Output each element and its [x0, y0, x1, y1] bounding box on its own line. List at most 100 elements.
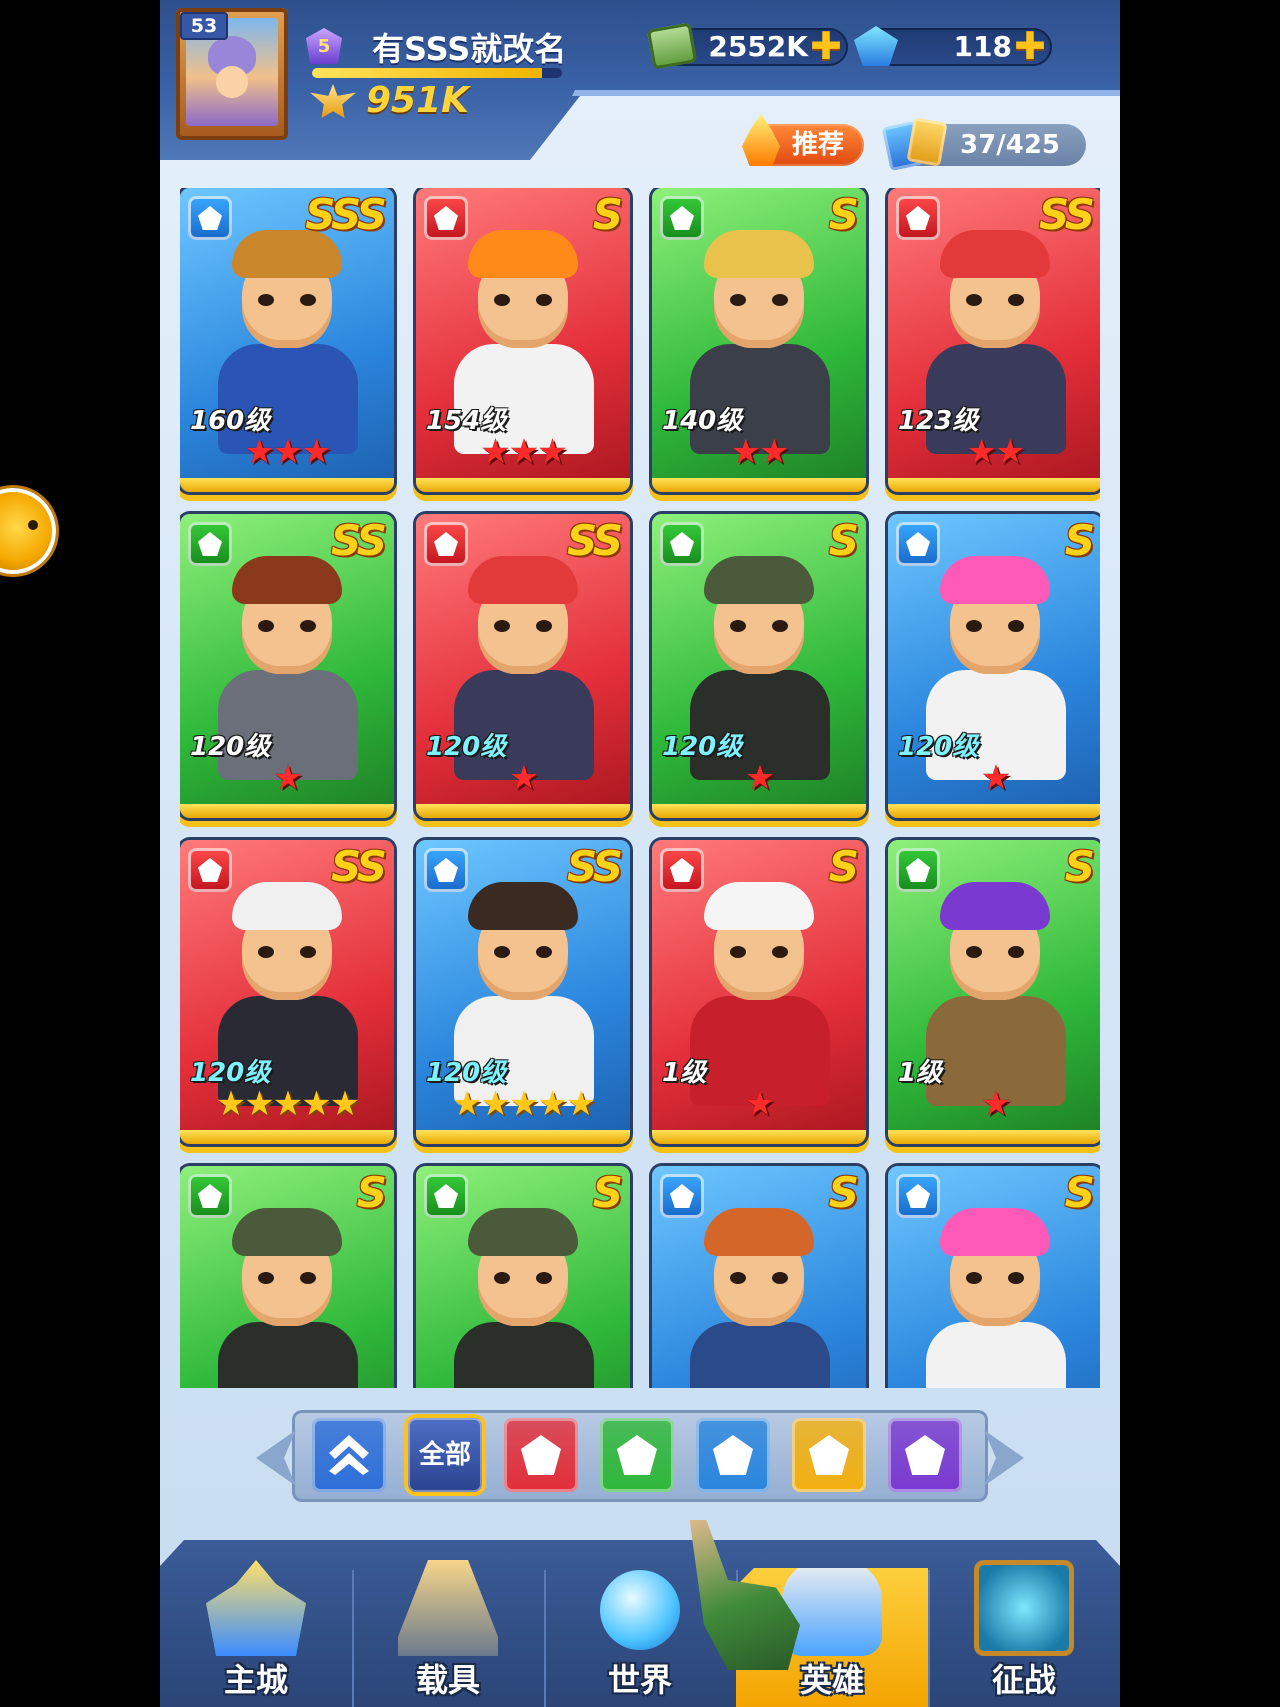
hero-hair [940, 556, 1050, 604]
hero-star-rating: ★ [416, 758, 630, 798]
star-icon: ★ [759, 432, 790, 472]
star-icon: ★ [272, 758, 304, 798]
card-footer [416, 478, 630, 492]
hero-card-collection[interactable]: 37/425 [890, 124, 1086, 166]
fire-icon [742, 114, 780, 166]
filter-red-button[interactable] [504, 1418, 578, 1492]
hero-card[interactable]: S 1级 ★ [888, 840, 1100, 1144]
blue-class-icon [188, 196, 232, 240]
hero-hair [704, 882, 814, 930]
add-cash-button[interactable]: ✚ [810, 27, 842, 65]
red-class-icon [521, 1435, 561, 1475]
hero-eyes [494, 946, 552, 958]
globe-icon [600, 1570, 680, 1650]
hero-hair [468, 1208, 578, 1256]
nav-label: 征战 [991, 1661, 1056, 1699]
hero-hair [468, 230, 578, 278]
filter-blue-button[interactable] [696, 1418, 770, 1492]
hero-star-rating: ★★ [652, 432, 866, 472]
recommend-button[interactable]: 推荐 [742, 114, 864, 166]
hero-card[interactable]: SS 120级 ★ [416, 514, 630, 818]
rarity-badge: S [356, 1168, 387, 1217]
hero-portrait [912, 1202, 1078, 1388]
red-class-icon [660, 848, 704, 892]
hero-eyes [258, 1272, 316, 1284]
hero-hair [468, 882, 578, 930]
hero-card[interactable]: S 1级 ★ [652, 840, 866, 1144]
hero-card[interactable]: SS 120级 ★★★★★ [180, 840, 394, 1144]
hero-eyes [258, 620, 316, 632]
hero-card[interactable]: S 140级 ★★ [652, 188, 866, 492]
filter-purple-button[interactable] [888, 1418, 962, 1492]
green-class-icon [188, 1174, 232, 1218]
star-icon: ★ [744, 758, 776, 798]
filter-prev-arrow-icon[interactable] [256, 1430, 296, 1486]
star-icon: ★ [272, 1084, 304, 1124]
hero-hair [468, 556, 578, 604]
star-icon: ★ [744, 1084, 776, 1124]
hero-star-rating: ★★★★★ [416, 1084, 630, 1124]
hero-portrait [440, 1202, 606, 1388]
player-name[interactable]: 有SSS就改名 [372, 24, 566, 70]
recommend-label: 推荐 [792, 130, 845, 160]
card-footer [652, 804, 866, 818]
filter-next-arrow-icon[interactable] [984, 1430, 1024, 1486]
hero-card[interactable]: S [888, 1166, 1100, 1388]
hero-body [926, 1322, 1066, 1388]
gold-class-icon [809, 1435, 849, 1475]
hero-card[interactable]: SS 123级 ★★ [888, 188, 1100, 492]
rarity-badge: SS [330, 516, 387, 565]
filter-all-button[interactable]: 全部 [408, 1418, 482, 1492]
nav-label: 世界 [607, 1661, 672, 1699]
nav-label: 载具 [415, 1661, 480, 1699]
hero-hair [704, 556, 814, 604]
floating-pet-shortcut[interactable] [0, 488, 56, 574]
nav-vehicle[interactable]: 载具 [352, 1540, 544, 1707]
card-footer [180, 804, 394, 818]
rarity-badge: SS [330, 842, 387, 891]
hero-portrait [676, 1202, 842, 1388]
rarity-badge: S [828, 842, 859, 891]
star-icon: ★ [215, 1084, 247, 1124]
card-footer [888, 478, 1100, 492]
gem-value: 118 [953, 30, 1012, 63]
cash-resource: 2552K ✚ [646, 22, 848, 70]
card-count: 37/425 [960, 130, 1060, 160]
hero-card[interactable]: S [180, 1166, 394, 1388]
hero-star-rating: ★ [888, 758, 1100, 798]
hero-body [454, 1322, 594, 1388]
star-icon: ★ [537, 432, 568, 472]
filter-gold-button[interactable] [792, 1418, 866, 1492]
hero-card[interactable]: S 120级 ★ [652, 514, 866, 818]
star-icon: ★ [451, 1084, 483, 1124]
nav-campaign[interactable]: 征战 [928, 1540, 1120, 1707]
filter-green-button[interactable] [600, 1418, 674, 1492]
card-footer [180, 478, 394, 492]
nav-main-city[interactable]: 主城 [160, 1540, 352, 1707]
player-avatar[interactable]: 53 [176, 8, 288, 140]
cash-value: 2552K [708, 30, 808, 63]
rarity-badge: S [828, 1168, 859, 1217]
hero-star-rating: ★ [652, 1084, 866, 1124]
xp-fill [312, 68, 542, 78]
hero-card[interactable]: S 154级 ★★★ [416, 188, 630, 492]
rarity-badge: SS [566, 516, 623, 565]
green-class-icon [424, 1174, 468, 1218]
red-class-icon [896, 196, 940, 240]
hero-card[interactable]: S [416, 1166, 630, 1388]
hero-card[interactable]: S 120级 ★ [888, 514, 1100, 818]
hero-card[interactable]: SS 120级 ★ [180, 514, 394, 818]
rarity-badge: S [1064, 842, 1095, 891]
card-footer [652, 1130, 866, 1144]
hero-cards-icon [882, 116, 948, 172]
add-gems-button[interactable]: ✚ [1014, 27, 1046, 65]
blue-class-icon [896, 1174, 940, 1218]
star-icon: ★ [980, 758, 1012, 798]
hero-eyes [258, 946, 316, 958]
hero-hair [232, 1208, 342, 1256]
hero-card[interactable]: SS 120级 ★★★★★ [416, 840, 630, 1144]
hero-card[interactable]: S [652, 1166, 866, 1388]
filter-sort-button[interactable] [312, 1418, 386, 1492]
hero-card[interactable]: SSS 160级 ★★★ [180, 188, 394, 492]
star-icon: ★ [565, 1084, 597, 1124]
